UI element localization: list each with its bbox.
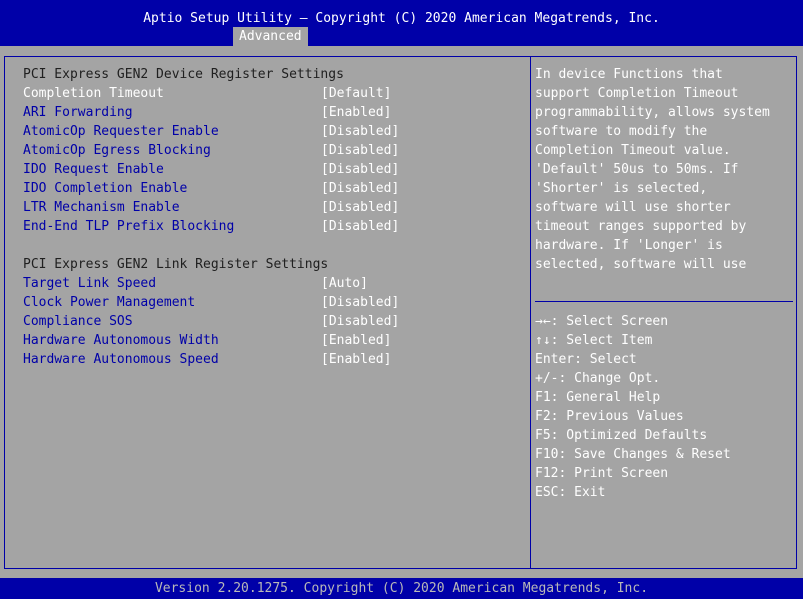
- version-text: Version 2.20.1275. Copyright (C) 2020 Am…: [154, 581, 649, 596]
- key-change-opt: +/-: Change Opt.: [535, 371, 661, 386]
- link-section-title: PCI Express GEN2 Link Register Settings: [23, 257, 329, 272]
- setting-compliance-sos[interactable]: Compliance SOS [Disabled]: [23, 312, 523, 331]
- setting-value[interactable]: [Enabled]: [321, 350, 391, 369]
- setting-label: Completion Timeout: [23, 86, 164, 101]
- setting-label: AtomicOp Requester Enable: [23, 124, 219, 139]
- device-section-title: PCI Express GEN2 Device Register Setting…: [23, 67, 344, 82]
- setting-value[interactable]: [Enabled]: [321, 103, 391, 122]
- key-select-item: ↑↓: Select Item: [535, 333, 653, 348]
- help-line: 'Default' 50us to 50ms. If: [535, 162, 739, 177]
- key-print-screen: F12: Print Screen: [535, 466, 669, 481]
- key-previous-values: F2: Previous Values: [535, 409, 684, 424]
- setting-value[interactable]: [Disabled]: [321, 179, 399, 198]
- help-line: Completion Timeout value.: [535, 143, 731, 158]
- help-line: support Completion Timeout: [535, 86, 739, 101]
- help-line: 'Shorter' is selected,: [535, 181, 708, 196]
- setting-end-end-tlp-prefix-blocking[interactable]: End-End TLP Prefix Blocking [Disabled]: [23, 217, 523, 236]
- setting-label: Compliance SOS: [23, 314, 133, 329]
- setting-hardware-autonomous-width[interactable]: Hardware Autonomous Width [Enabled]: [23, 331, 523, 350]
- setting-ido-completion-enable[interactable]: IDO Completion Enable [Disabled]: [23, 179, 523, 198]
- setting-value[interactable]: [Disabled]: [321, 198, 399, 217]
- setting-label: Clock Power Management: [23, 295, 196, 310]
- setting-value[interactable]: [Disabled]: [321, 141, 399, 160]
- setting-clock-power-management[interactable]: Clock Power Management [Disabled]: [23, 293, 523, 312]
- setting-label: End-End TLP Prefix Blocking: [23, 219, 235, 234]
- footer-bar: Version 2.20.1275. Copyright (C) 2020 Am…: [0, 578, 803, 599]
- setting-label: Target Link Speed: [23, 276, 157, 291]
- setting-ari-forwarding[interactable]: ARI Forwarding [Enabled]: [23, 103, 523, 122]
- setting-value[interactable]: [Default]: [321, 84, 391, 103]
- setting-ido-request-enable[interactable]: IDO Request Enable [Disabled]: [23, 160, 523, 179]
- pane-divider: [530, 56, 531, 569]
- setting-value[interactable]: [Disabled]: [321, 160, 399, 179]
- setting-value[interactable]: [Disabled]: [321, 122, 399, 141]
- help-panel: In device Functions that support Complet…: [535, 65, 785, 274]
- setting-label: ARI Forwarding: [23, 105, 133, 120]
- key-enter-select: Enter: Select: [535, 352, 637, 367]
- app-title: Aptio Setup Utility – Copyright (C) 2020…: [143, 11, 660, 26]
- key-save-reset: F10: Save Changes & Reset: [535, 447, 731, 462]
- key-optimized-defaults: F5: Optimized Defaults: [535, 428, 708, 443]
- setting-value[interactable]: [Enabled]: [321, 331, 391, 350]
- settings-pane: PCI Express GEN2 Device Register Setting…: [23, 65, 523, 369]
- help-line: software to modify the: [535, 124, 708, 139]
- setting-value[interactable]: [Disabled]: [321, 293, 399, 312]
- help-line: timeout ranges supported by: [535, 219, 747, 234]
- setting-value[interactable]: [Disabled]: [321, 312, 399, 331]
- setting-value[interactable]: [Auto]: [321, 274, 368, 293]
- setting-completion-timeout[interactable]: Completion Timeout [Default]: [23, 84, 523, 103]
- help-line: In device Functions that: [535, 67, 723, 82]
- help-line: software will use shorter: [535, 200, 731, 215]
- key-legend: →←: Select Screen ↑↓: Select Item Enter:…: [535, 312, 785, 502]
- setting-ltr-mechanism-enable[interactable]: LTR Mechanism Enable [Disabled]: [23, 198, 523, 217]
- help-divider: [535, 301, 793, 302]
- key-select-screen: →←: Select Screen: [535, 314, 669, 329]
- setting-label: IDO Request Enable: [23, 162, 164, 177]
- setting-value[interactable]: [Disabled]: [321, 217, 399, 236]
- setting-hardware-autonomous-speed[interactable]: Hardware Autonomous Speed [Enabled]: [23, 350, 523, 369]
- help-line: programmability, allows system: [535, 105, 770, 120]
- setting-label: Hardware Autonomous Width: [23, 333, 219, 348]
- help-line: hardware. If 'Longer' is: [535, 238, 723, 253]
- setting-label: AtomicOp Egress Blocking: [23, 143, 211, 158]
- setting-atomicop-egress-blocking[interactable]: AtomicOp Egress Blocking [Disabled]: [23, 141, 523, 160]
- key-general-help: F1: General Help: [535, 390, 661, 405]
- title-bar: Aptio Setup Utility – Copyright (C) 2020…: [0, 0, 803, 46]
- setting-label: Hardware Autonomous Speed: [23, 352, 219, 367]
- tab-advanced[interactable]: Advanced: [233, 27, 308, 46]
- setting-target-link-speed[interactable]: Target Link Speed [Auto]: [23, 274, 523, 293]
- key-esc-exit: ESC: Exit: [535, 485, 606, 500]
- setting-label: LTR Mechanism Enable: [23, 200, 180, 215]
- setting-atomicop-requester-enable[interactable]: AtomicOp Requester Enable [Disabled]: [23, 122, 523, 141]
- setting-label: IDO Completion Enable: [23, 181, 188, 196]
- help-line: selected, software will use: [535, 257, 747, 272]
